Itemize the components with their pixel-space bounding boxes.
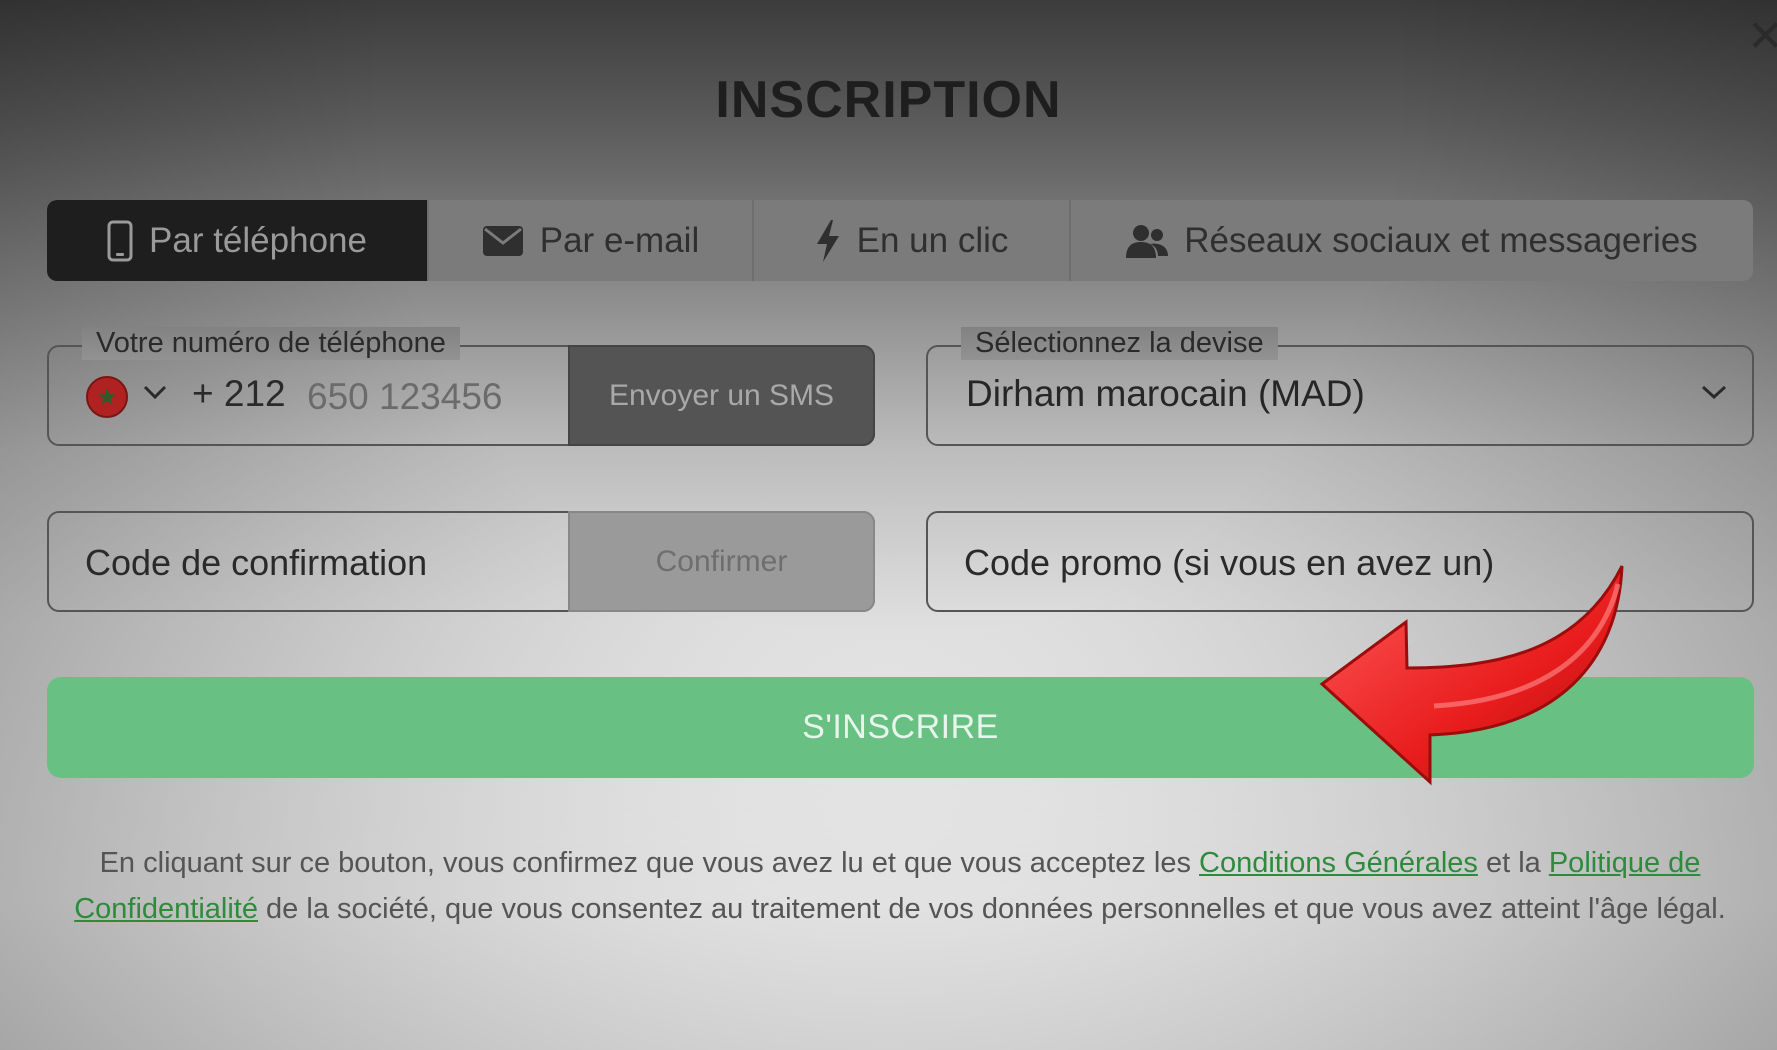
confirm-button[interactable]: Confirmer (568, 511, 875, 612)
tab-email[interactable]: Par e-mail (429, 200, 754, 281)
tab-label: Réseaux sociaux et messageries (1184, 220, 1698, 260)
tab-phone[interactable]: Par téléphone (47, 200, 429, 281)
legal-notice: En cliquant sur ce bouton, vous confirme… (60, 840, 1740, 932)
lightning-icon (816, 219, 839, 262)
tab-label: En un clic (856, 220, 1009, 260)
phone-field: Votre numéro de téléphone ★ + 212 Envoye… (47, 327, 875, 446)
send-sms-button[interactable]: Envoyer un SMS (568, 345, 875, 446)
currency-value: Dirham marocain (MAD) (966, 373, 1365, 414)
morocco-flag-icon[interactable]: ★ (86, 376, 128, 418)
dial-code: + 212 (192, 373, 286, 414)
envelope-icon (482, 225, 523, 256)
chevron-down-icon (1701, 385, 1727, 400)
registration-method-tabs: Par téléphone Par e-mail En un clic Rése… (47, 200, 1753, 281)
tab-label: Par e-mail (539, 220, 700, 260)
legal-text: et la (1477, 847, 1549, 879)
tab-label: Par téléphone (149, 220, 367, 260)
terms-link[interactable]: Conditions Générales (1199, 847, 1478, 879)
confirmation-code-field: Confirmer (47, 511, 875, 612)
tab-one-click[interactable]: En un clic (754, 200, 1071, 281)
chevron-down-icon[interactable] (142, 383, 168, 401)
close-icon[interactable]: ✕ (1747, 12, 1777, 62)
phone-field-label: Votre numéro de téléphone (82, 327, 460, 360)
red-arrow-annotation (1319, 565, 1624, 786)
currency-select[interactable]: Sélectionnez la devise Dirham marocain (… (926, 327, 1754, 446)
legal-text: En cliquant sur ce bouton, vous confirme… (99, 847, 1200, 879)
phone-number-input[interactable] (307, 369, 567, 425)
phone-icon (107, 220, 133, 261)
legal-text: de la société, que vous consentez au tra… (258, 893, 1726, 925)
people-icon (1126, 224, 1169, 258)
confirmation-code-input[interactable] (85, 535, 525, 591)
tab-social-networks[interactable]: Réseaux sociaux et messageries (1071, 200, 1753, 281)
currency-field-label: Sélectionnez la devise (961, 327, 1278, 360)
page-title: INSCRIPTION (715, 71, 1062, 129)
